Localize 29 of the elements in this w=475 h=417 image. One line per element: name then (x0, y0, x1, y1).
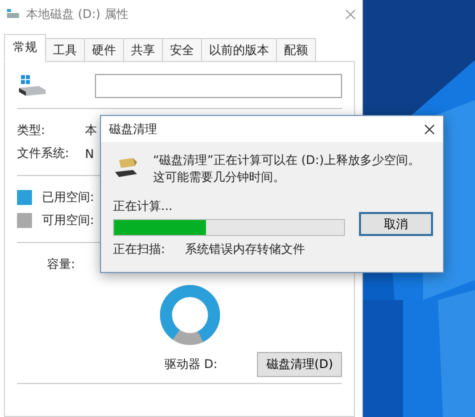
field-label: 文件系统: (17, 145, 70, 162)
cancel-button[interactable]: 取消 (359, 212, 433, 236)
tab[interactable]: 硬件 (84, 38, 124, 62)
field-value: N (85, 146, 94, 160)
tab[interactable]: 以前的版本 (201, 38, 277, 62)
tab[interactable]: 工具 (45, 38, 85, 62)
dialog-message: “磁盘清理”正在计算可以在 (D:)上释放多少空间。这可能需要几分钟时间。 (153, 152, 421, 186)
disk-cleanup-button[interactable]: 磁盘清理(D) (257, 352, 342, 377)
legend-label: 可用空间: (42, 212, 94, 229)
donut-drawing (158, 284, 220, 346)
tab[interactable]: 安全 (162, 38, 202, 62)
name-field[interactable] (94, 74, 342, 98)
disk-cleanup-icon (113, 156, 139, 180)
status-text: 正在计算... (113, 198, 174, 215)
scan-label: 正在扫描: (113, 241, 166, 258)
tab[interactable]: 常规 (4, 34, 46, 62)
field-label: 类型: (17, 122, 46, 139)
drive-label: 驱动器 D: (164, 356, 218, 373)
field-value: 本 (85, 122, 97, 139)
tab[interactable]: 共享 (123, 38, 163, 62)
window-title: 本地磁盘 (D:) 属性 (26, 6, 130, 22)
dialog-title: 磁盘清理 (109, 120, 158, 138)
capacity-label: 容量: (47, 256, 76, 273)
tab[interactable]: 配额 (276, 38, 316, 62)
drive-icon (19, 75, 47, 97)
scan-item: 系统错误内存转储文件 (185, 241, 306, 258)
close-icon[interactable] (424, 124, 435, 134)
drive-icon (6, 9, 20, 19)
legend-label: 已用空间: (42, 189, 94, 206)
